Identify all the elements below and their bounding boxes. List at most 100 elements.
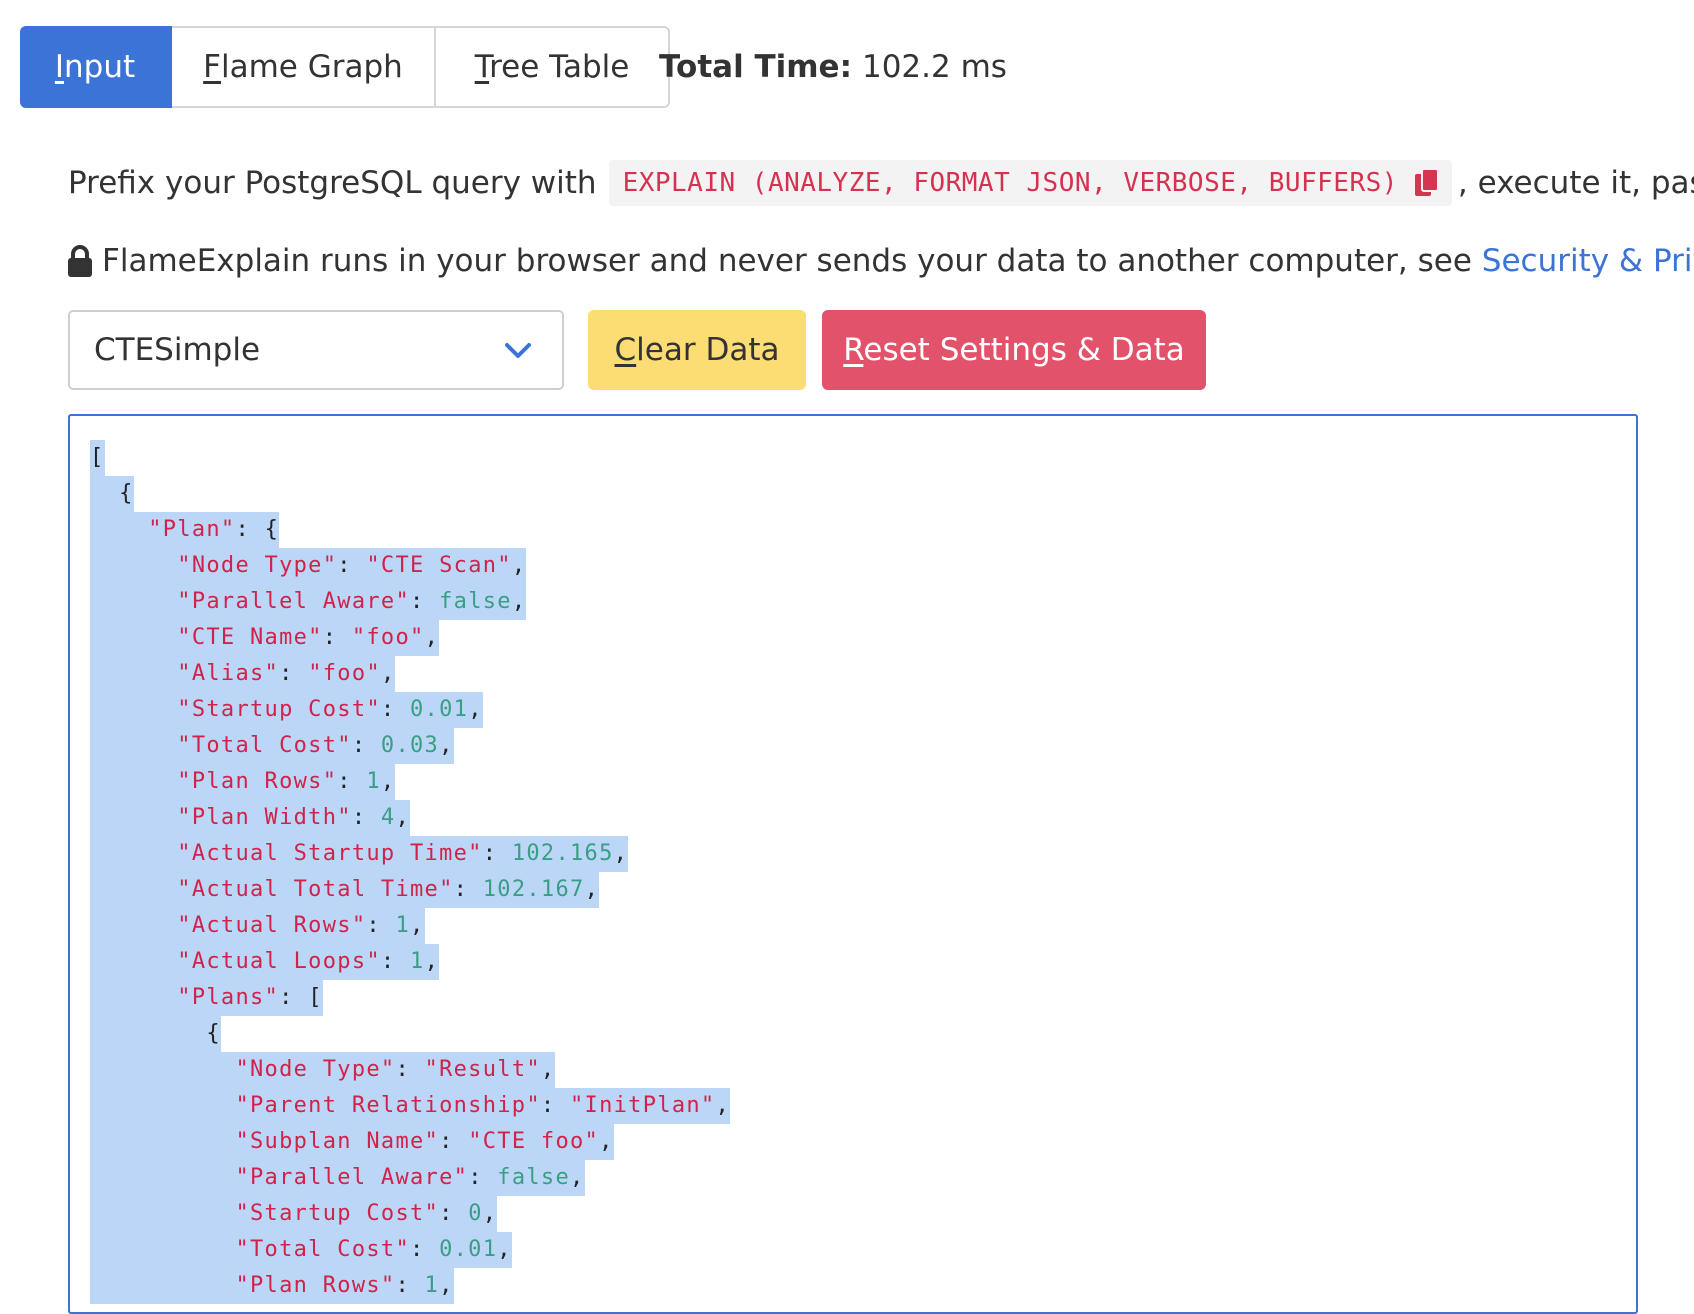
json-value: "foo" <box>351 625 425 650</box>
copy-icon[interactable] <box>1414 168 1440 198</box>
json-key: "Total Cost" <box>177 733 352 758</box>
json-key: "Plan Rows" <box>235 1273 396 1298</box>
json-colon: : <box>395 1057 425 1082</box>
code-lines: [ { "Plan": { "Node Type": "CTE Scan", "… <box>90 440 730 1304</box>
explain-code-text: EXPLAIN (ANALYZE, FORMAT JSON, VERBOSE, … <box>622 168 1398 198</box>
json-key: "Plan" <box>148 517 236 542</box>
json-comma: , <box>599 1129 614 1154</box>
json-value: 102.165 <box>511 841 614 866</box>
json-value: "Result" <box>424 1057 541 1082</box>
json-key: "Node Type" <box>235 1057 396 1082</box>
json-key: "Total Cost" <box>235 1237 410 1262</box>
json-comma: , <box>468 697 483 722</box>
json-value: [ <box>308 985 323 1010</box>
json-key: "Actual Rows" <box>177 913 367 938</box>
tab-tree-table-label: Tree Table <box>474 49 630 85</box>
json-comma: , <box>570 1165 585 1190</box>
total-time: Total Time: 102.2 ms <box>659 26 1007 108</box>
code-line: "Startup Cost": 0, <box>90 1196 498 1232</box>
code-line: "Actual Total Time": 102.167, <box>90 872 600 908</box>
json-key: "Alias" <box>177 661 280 686</box>
code-line: "Alias": "foo", <box>90 656 396 692</box>
code-line: "Total Cost": 0.01, <box>90 1232 512 1268</box>
json-key: "Subplan Name" <box>235 1129 440 1154</box>
json-value: 0.01 <box>439 1237 498 1262</box>
json-key: "Plan Rows" <box>177 769 338 794</box>
lock-icon <box>66 244 94 278</box>
json-colon: : <box>439 1201 469 1226</box>
code-line: "Plan": { <box>90 512 280 548</box>
json-key: "Parent Relationship" <box>235 1093 541 1118</box>
controls: CTESimple Clear Data Reset Settings & Da… <box>68 310 1206 390</box>
json-value: { <box>264 517 280 542</box>
json-value: [ <box>90 445 105 470</box>
json-key: "Node Type" <box>177 553 338 578</box>
view-tabs: Input Flame Graph Tree Table <box>20 26 670 108</box>
code-line: "CTE Name": "foo", <box>90 620 440 656</box>
tab-input[interactable]: Input <box>20 26 172 108</box>
code-line: "Parent Relationship": "InitPlan", <box>90 1088 730 1124</box>
json-colon: : <box>235 517 265 542</box>
json-value: 0 <box>468 1201 483 1226</box>
json-value: 1 <box>410 949 425 974</box>
explain-code: EXPLAIN (ANALYZE, FORMAT JSON, VERBOSE, … <box>608 160 1452 206</box>
code-line: { <box>90 1016 221 1052</box>
tab-input-label: Input <box>54 49 136 85</box>
json-colon: : <box>380 949 411 974</box>
json-value: 0.01 <box>410 697 469 722</box>
code-line: "Plan Rows": 1, <box>90 764 396 800</box>
example-select[interactable]: CTESimple <box>68 310 564 390</box>
chevron-down-icon <box>504 332 532 368</box>
privacy-text: FlameExplain runs in your browser and ne… <box>102 243 1472 279</box>
json-comma: , <box>511 589 527 614</box>
code-line: "Node Type": "CTE Scan", <box>90 548 527 584</box>
json-colon: : <box>453 877 483 902</box>
security-privacy-link[interactable]: Security & Privacy <box>1482 243 1694 279</box>
clear-data-button[interactable]: Clear Data <box>588 310 806 390</box>
json-value: 1 <box>424 1273 440 1298</box>
code-line: "Actual Loops": 1, <box>90 944 440 980</box>
instructions: Prefix your PostgreSQL query with EXPLAI… <box>68 160 1694 206</box>
code-line: "Actual Startup Time": 102.165, <box>90 836 629 872</box>
json-colon: : <box>410 589 440 614</box>
json-colon: : <box>410 1237 440 1262</box>
json-key: "Plans" <box>177 985 280 1010</box>
code-line: "Plans": [ <box>90 980 323 1016</box>
json-key: "Plan Width" <box>177 805 352 830</box>
json-value: 1 <box>395 913 411 938</box>
instructions-prefix: Prefix your PostgreSQL query with <box>68 165 597 201</box>
json-input-editor[interactable]: [ { "Plan": { "Node Type": "CTE Scan", "… <box>68 414 1638 1314</box>
tab-flame-graph[interactable]: Flame Graph <box>172 26 436 108</box>
example-select-value: CTESimple <box>94 332 261 368</box>
code-line: [ <box>90 440 105 476</box>
json-colon: : <box>279 661 309 686</box>
tab-flame-graph-label: Flame Graph <box>203 49 403 85</box>
reset-settings-button[interactable]: Reset Settings & Data <box>822 310 1206 390</box>
code-line: "Actual Rows": 1, <box>90 908 425 944</box>
json-comma: , <box>511 553 527 578</box>
instructions-suffix: , execute it, paste <box>1457 165 1694 201</box>
json-colon: : <box>439 1129 469 1154</box>
tab-tree-table[interactable]: Tree Table <box>436 26 670 108</box>
json-comma: , <box>380 661 396 686</box>
json-key: "Actual Loops" <box>177 949 381 974</box>
privacy-note: FlameExplain runs in your browser and ne… <box>66 238 1694 284</box>
json-comma: , <box>424 625 440 650</box>
json-colon: : <box>395 1273 425 1298</box>
code-line: "Parallel Aware": false, <box>90 584 527 620</box>
json-colon: : <box>468 1165 498 1190</box>
json-value: 0.03 <box>380 733 440 758</box>
json-value: "InitPlan" <box>570 1093 716 1118</box>
